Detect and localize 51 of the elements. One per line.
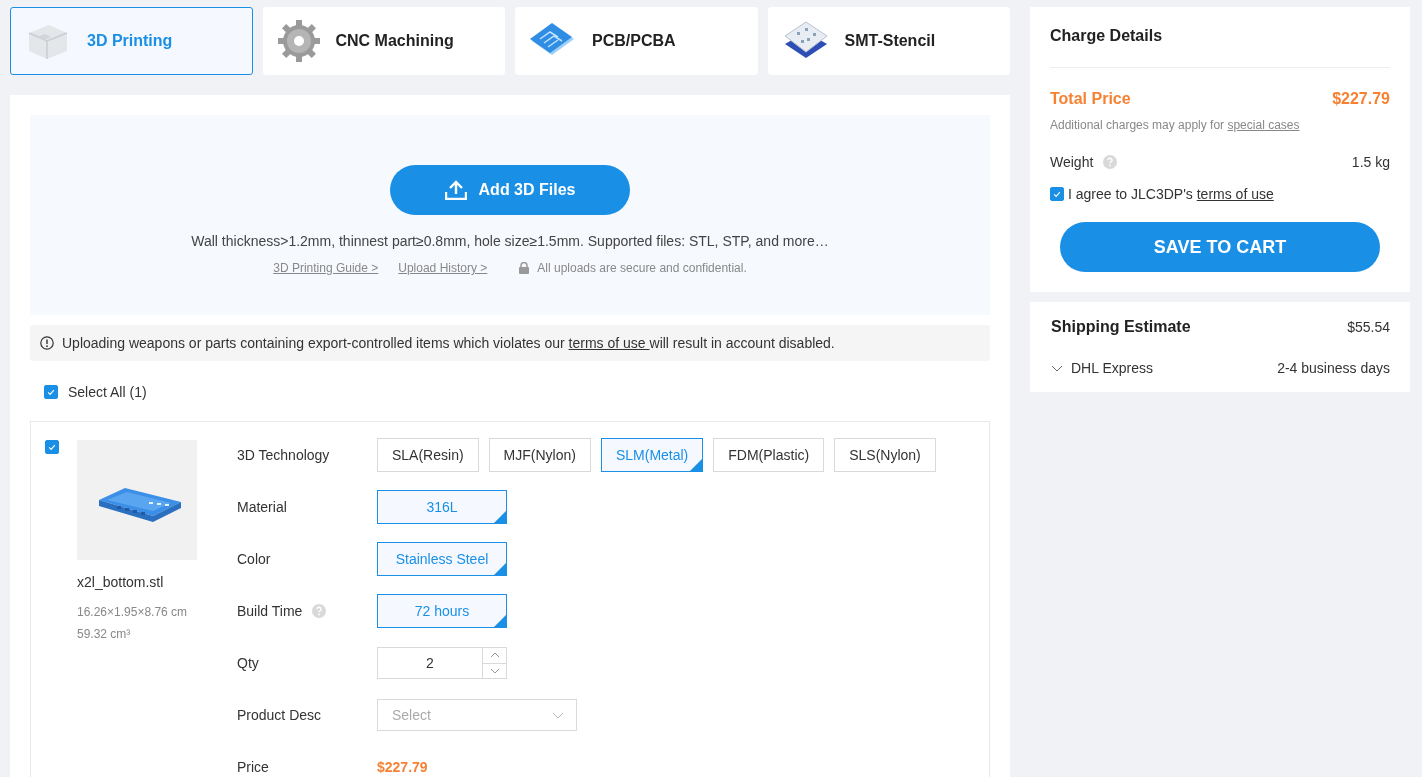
service-tab[interactable]: SMT-Stencil bbox=[767, 7, 1010, 75]
weight-value: 1.5 kg bbox=[1351, 154, 1390, 170]
price-value: $227.79 bbox=[377, 759, 428, 775]
help-link[interactable]: 3D Printing Guide > bbox=[273, 261, 379, 275]
select-all-checkbox[interactable] bbox=[44, 385, 58, 399]
part-checkbox[interactable] bbox=[45, 440, 59, 454]
option-button[interactable]: SLS(Nylon) bbox=[834, 438, 936, 472]
part-volume: 59.32 cm³ bbox=[77, 628, 132, 640]
chevron-down-icon bbox=[552, 711, 564, 719]
file-name: x2l_bottom.stl bbox=[77, 574, 165, 590]
weight-label: Weight bbox=[1050, 154, 1094, 170]
terms-link[interactable]: terms of use bbox=[568, 335, 650, 351]
special-cases-link[interactable]: special cases bbox=[1227, 118, 1300, 132]
terms-link[interactable]: terms of use bbox=[1196, 186, 1274, 202]
shipping-price: $55.54 bbox=[1347, 319, 1390, 335]
option-label: Color bbox=[237, 551, 271, 567]
total-price-label: Total Price bbox=[1050, 90, 1131, 108]
option-label: Qty bbox=[237, 655, 259, 671]
info-icon bbox=[40, 336, 54, 350]
total-price-value: $227.79 bbox=[1332, 90, 1390, 108]
option-label: Build Time bbox=[237, 603, 303, 619]
security-note: All uploads are secure and confidential. bbox=[537, 261, 747, 275]
warning-text: Uploading weapons or parts containing export-controlled items which violates our terms of use will result in account disabled. bbox=[62, 335, 835, 351]
delivery-time: 2-4 business days bbox=[1277, 360, 1390, 376]
service-tab[interactable]: CNC Machining bbox=[262, 7, 505, 75]
check-icon bbox=[1052, 189, 1062, 199]
option-button[interactable]: SLA(Resin) bbox=[377, 438, 479, 472]
carrier-name: DHL Express bbox=[1071, 360, 1153, 376]
select-all-label: Select All (1) bbox=[68, 384, 147, 400]
gear-icon bbox=[275, 18, 322, 64]
terms-checkbox[interactable] bbox=[1050, 187, 1064, 201]
help-link[interactable]: Upload History > bbox=[398, 261, 488, 275]
option-label: Product Desc bbox=[237, 707, 322, 723]
check-icon bbox=[47, 442, 57, 452]
terms-agreement: I agree to JLC3DP's terms of use bbox=[1068, 186, 1274, 202]
card-title: Charge Details bbox=[1050, 27, 1390, 68]
card-title: Shipping Estimate bbox=[1051, 318, 1191, 336]
chevron-down-icon[interactable] bbox=[1051, 364, 1063, 372]
option-label: Material bbox=[237, 499, 287, 515]
option-label: Price bbox=[237, 759, 269, 775]
file-requirements: Wall thickness>1.2mm, thinnest part≥0.8mm, hole size≥1.5mm. Supported files: STL, STP, and more… bbox=[191, 233, 829, 249]
check-icon bbox=[46, 387, 56, 397]
service-tab[interactable]: PCB/PCBA bbox=[515, 7, 758, 75]
option-button[interactable]: FDM(Plastic) bbox=[713, 438, 825, 472]
upload-icon bbox=[444, 180, 467, 200]
quantity-stepper[interactable]: 2 bbox=[377, 647, 507, 679]
part-dimensions: 16.26×1.95×8.76 cm bbox=[77, 606, 189, 618]
charges-note: Additional charges may apply for special cases bbox=[1050, 118, 1300, 132]
option-button[interactable]: MJF(Nylon) bbox=[488, 438, 591, 472]
lock-icon bbox=[519, 262, 530, 274]
option-label: 3D Technology bbox=[237, 447, 330, 463]
